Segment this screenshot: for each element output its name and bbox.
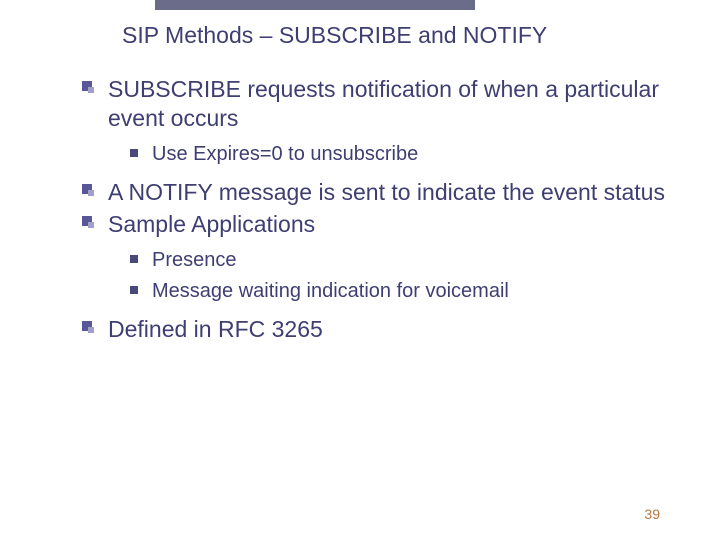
sub-bullet-list: Presence Message waiting indication for … xyxy=(130,247,670,305)
list-item-text: Sample Applications xyxy=(108,210,315,239)
page-number: 39 xyxy=(644,506,660,522)
list-item: Sample Applications xyxy=(82,210,670,239)
sub-list-item-text: Message waiting indication for voicemail xyxy=(152,278,509,305)
list-item: Defined in RFC 3265 xyxy=(82,315,670,344)
sub-bullet-icon xyxy=(130,149,138,157)
list-item: A NOTIFY message is sent to indicate the… xyxy=(82,178,670,207)
sub-list-item: Message waiting indication for voicemail xyxy=(130,278,670,305)
sub-list-item: Presence xyxy=(130,247,670,274)
list-item-text: A NOTIFY message is sent to indicate the… xyxy=(108,178,665,207)
decorative-top-bar xyxy=(155,0,475,10)
bullet-icon xyxy=(82,216,98,232)
list-item: SUBSCRIBE requests notification of when … xyxy=(82,75,670,133)
bullet-icon xyxy=(82,321,98,337)
main-bullet-list: SUBSCRIBE requests notification of when … xyxy=(82,75,670,344)
slide-title: SIP Methods – SUBSCRIBE and NOTIFY xyxy=(122,22,670,49)
sub-list-item-text: Use Expires=0 to unsubscribe xyxy=(152,141,418,168)
sub-list-item-text: Presence xyxy=(152,247,237,274)
sub-bullet-icon xyxy=(130,255,138,263)
slide-container: SIP Methods – SUBSCRIBE and NOTIFY SUBSC… xyxy=(0,0,720,344)
list-item-text: Defined in RFC 3265 xyxy=(108,315,323,344)
list-item-text: SUBSCRIBE requests notification of when … xyxy=(108,75,670,133)
sub-list-item: Use Expires=0 to unsubscribe xyxy=(130,141,670,168)
bullet-icon xyxy=(82,184,98,200)
bullet-icon xyxy=(82,81,98,97)
sub-bullet-icon xyxy=(130,286,138,294)
sub-bullet-list: Use Expires=0 to unsubscribe xyxy=(130,141,670,168)
